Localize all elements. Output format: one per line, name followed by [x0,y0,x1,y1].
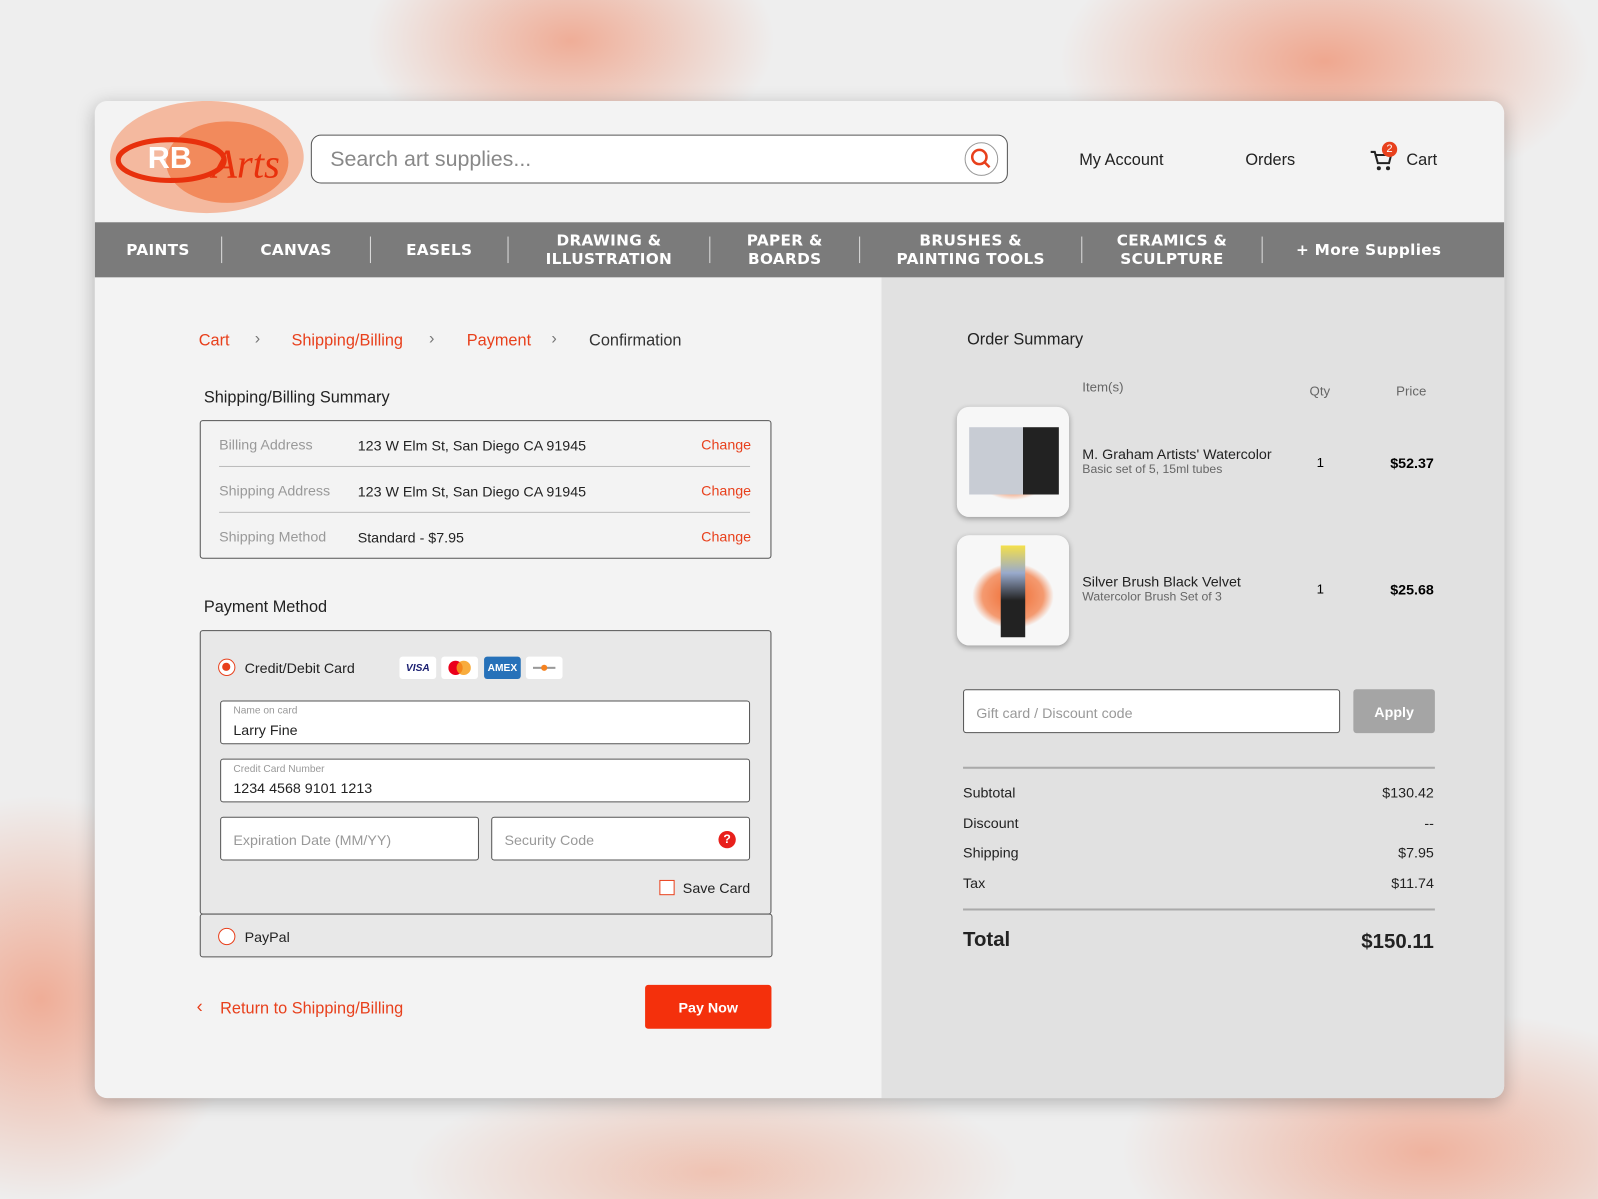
svg-text:Arts: Arts [209,141,280,186]
col-qty: Qty [1309,383,1331,399]
tax-value: $11.74 [1391,874,1434,892]
amex-icon: AMEX [484,656,521,680]
logo[interactable]: RB Arts [95,100,309,223]
cart-link[interactable]: Cart [1406,152,1437,170]
help-icon[interactable]: ? [718,830,736,849]
shipping-label: Shipping [963,844,1019,861]
search-icon[interactable] [964,142,999,177]
name-value: Larry Fine [233,721,298,739]
billing-address-value: 123 W Elm St, San Diego CA 91945 [357,437,587,454]
card-radio[interactable] [218,658,236,676]
divider [219,465,751,467]
breadcrumb-cart[interactable]: Cart [199,332,230,350]
item-qty: 1 [1316,581,1325,597]
name-on-card-field[interactable]: Name on card Larry Fine [220,700,751,745]
pay-now-button[interactable]: Pay Now [645,984,772,1029]
shipping-method-label: Shipping Method [219,528,327,545]
shipping-method-value: Standard - $7.95 [357,529,464,546]
divider [963,766,1435,769]
total-label: Total [963,928,1011,952]
nav-more[interactable]: + More Supplies [1263,241,1475,259]
chevron-right-icon: › [551,330,557,348]
divider [219,511,751,513]
shipping-address-label: Shipping Address [219,482,331,499]
name-label: Name on card [233,705,298,717]
item-subtitle: Basic set of 5, 15ml tubes [1082,461,1223,477]
order-summary-title: Order Summary [967,331,1084,349]
visa-icon: VISA [399,656,437,680]
shipping-summary-title: Shipping/Billing Summary [203,389,390,407]
item-price: $52.37 [1390,454,1434,472]
breadcrumb-payment[interactable]: Payment [467,332,531,350]
number-value: 1234 4568 9101 1213 [233,779,373,797]
change-method-link[interactable]: Change [701,528,751,544]
card-number-field[interactable]: Credit Card Number 1234 4568 9101 1213 [220,758,751,803]
discount-code-input[interactable]: Gift card / Discount code [963,689,1341,734]
item-subtitle: Watercolor Brush Set of 3 [1082,589,1222,604]
chevron-right-icon: › [429,330,435,348]
subtotal-value: $130.42 [1382,784,1434,801]
billing-address-label: Billing Address [219,436,313,453]
item-qty: 1 [1316,454,1325,471]
my-account-link[interactable]: My Account [1079,152,1163,170]
change-shipping-link[interactable]: Change [701,482,751,498]
paypal-label: PayPal [244,928,290,946]
col-price: Price [1396,383,1427,399]
nav-canvas[interactable]: CANVAS [222,241,370,259]
expiration-field[interactable]: Expiration Date (MM/YY) [220,816,479,861]
nav-brushes[interactable]: BRUSHES & PAINTING TOOLS [860,231,1081,268]
exp-placeholder: Expiration Date (MM/YY) [233,831,392,849]
security-code-field[interactable]: Security Code ? [491,816,751,861]
apply-button[interactable]: Apply [1353,689,1435,734]
product-image[interactable] [956,406,1070,517]
save-card-label: Save Card [682,879,751,897]
return-link[interactable]: Return to Shipping/Billing [220,1000,403,1018]
nav-paints[interactable]: PAINTS [95,241,221,259]
number-label: Credit Card Number [233,763,325,775]
cvc-placeholder: Security Code [504,831,595,849]
order-summary-panel [881,277,1505,1099]
item-price: $25.68 [1390,581,1434,598]
shipping-value: $7.95 [1398,844,1434,861]
divider [963,908,1435,911]
chevron-right-icon: › [254,330,261,348]
breadcrumb-confirmation: Confirmation [589,332,682,350]
discover-icon [525,656,563,680]
nav-easels[interactable]: EASELS [371,241,508,259]
tax-label: Tax [963,874,986,892]
nav-ceramics[interactable]: CERAMICS & SCULPTURE [1082,231,1261,268]
shipping-address-value: 123 W Elm St, San Diego CA 91945 [357,483,587,500]
breadcrumb-shipping[interactable]: Shipping/Billing [291,332,402,350]
cart-count-badge: 2 [1381,141,1398,158]
nav-paper[interactable]: PAPER & BOARDS [710,231,859,268]
checkout-window: RB Arts Search art supplies... My Accoun… [94,100,1505,1099]
discount-value: -- [1424,814,1434,831]
change-billing-link[interactable]: Change [701,436,751,452]
search-input[interactable]: Search art supplies... [310,134,1008,184]
product-image[interactable] [956,535,1070,646]
item-name[interactable]: Silver Brush Black Velvet [1082,573,1241,589]
paypal-radio[interactable] [218,927,236,946]
payment-method-title: Payment Method [203,598,328,616]
discount-label: Discount [963,814,1019,831]
subtotal-label: Subtotal [963,784,1016,801]
card-option-label: Credit/Debit Card [244,659,355,676]
save-card-checkbox[interactable] [659,879,675,896]
category-nav: PAINTS CANVAS EASELS DRAWING & ILLUSTRAT… [94,222,1505,278]
item-name[interactable]: M. Graham Artists' Watercolor [1082,446,1271,462]
svg-text:RB: RB [148,141,192,175]
discount-placeholder: Gift card / Discount code [976,704,1133,721]
orders-link[interactable]: Orders [1245,152,1295,170]
nav-drawing[interactable]: DRAWING & ILLUSTRATION [509,231,710,268]
chevron-left-icon: ‹ [196,996,203,1017]
total-value: $150.11 [1361,930,1434,954]
mastercard-icon [441,656,478,680]
col-items: Item(s) [1082,379,1124,395]
